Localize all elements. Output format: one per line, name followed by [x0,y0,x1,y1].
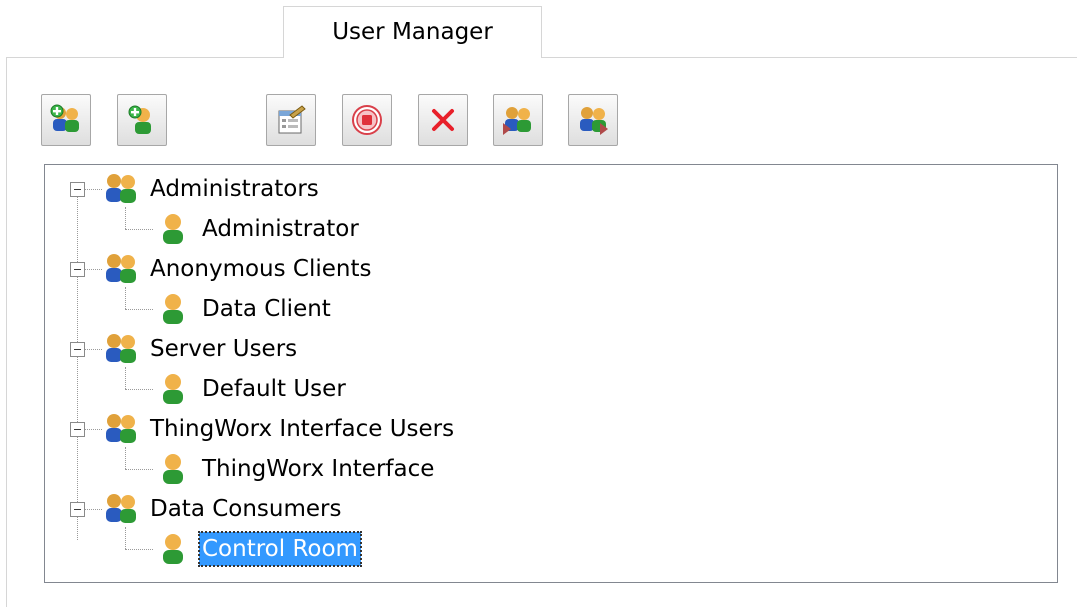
tree-user-administrator[interactable]: Administrator [153,209,362,249]
collapse-toggle-administrators[interactable] [70,182,85,197]
user-icon [153,531,193,567]
tree-group-administrators[interactable]: Administrators [101,169,322,209]
tree-user-default-user[interactable]: Default User [153,369,349,409]
tree-group-label: Administrators [150,176,319,202]
user-group-icon [101,171,141,207]
properties-icon [278,105,306,134]
collapse-toggle-thingworx-interface-users[interactable] [70,422,85,437]
user-icon [153,211,193,247]
add-group-icon [50,104,79,132]
collapse-toggle-server-users[interactable] [70,342,85,357]
tree-user-label: Data Client [202,296,331,322]
delete-icon [432,109,454,131]
add-user-button[interactable] [117,94,167,146]
import-users-button[interactable] [493,94,543,146]
tree-group-thingworx-interface-users[interactable]: ThingWorx Interface Users [101,409,457,449]
disable-icon [352,105,382,135]
disable-button[interactable] [342,94,392,146]
user-group-icon [101,251,141,287]
user-icon [153,291,193,327]
tree-group-label: ThingWorx Interface Users [150,416,455,442]
tree-user-data-client[interactable]: Data Client [153,289,334,329]
add-user-icon [128,105,151,134]
user-group-icon [101,331,141,367]
user-group-icon [101,411,141,447]
user-tree[interactable]: Administrators Administrator Anonymous C… [44,164,1058,583]
tree-group-label: Anonymous Clients [150,256,372,282]
tree-group-label: Server Users [150,336,298,362]
user-icon [153,371,193,407]
tree-group-data-consumers[interactable]: Data Consumers [101,489,345,529]
collapse-toggle-data-consumers[interactable] [70,502,85,517]
tree-user-label: Administrator [202,216,359,242]
export-users-button[interactable] [568,94,618,146]
tree-user-control-room[interactable]: Control Room [153,529,362,569]
add-group-button[interactable] [41,94,91,146]
collapse-toggle-anonymous-clients[interactable] [70,262,85,277]
import-users-icon [503,107,531,135]
tree-group-label: Data Consumers [150,496,342,522]
tab-user-manager[interactable]: User Manager [283,6,542,58]
tree-user-label: ThingWorx Interface [202,456,435,482]
delete-button[interactable] [418,94,468,146]
tree-group-server-users[interactable]: Server Users [101,329,300,369]
export-users-icon [580,107,608,135]
user-icon [153,451,193,487]
user-group-icon [101,491,141,527]
tree-group-anonymous-clients[interactable]: Anonymous Clients [101,249,375,289]
tree-user-thingworx-interface[interactable]: ThingWorx Interface [153,449,437,489]
tree-user-label: Default User [202,376,346,402]
tree-user-label-selected: Control Room [198,531,362,567]
properties-button[interactable] [266,94,316,146]
